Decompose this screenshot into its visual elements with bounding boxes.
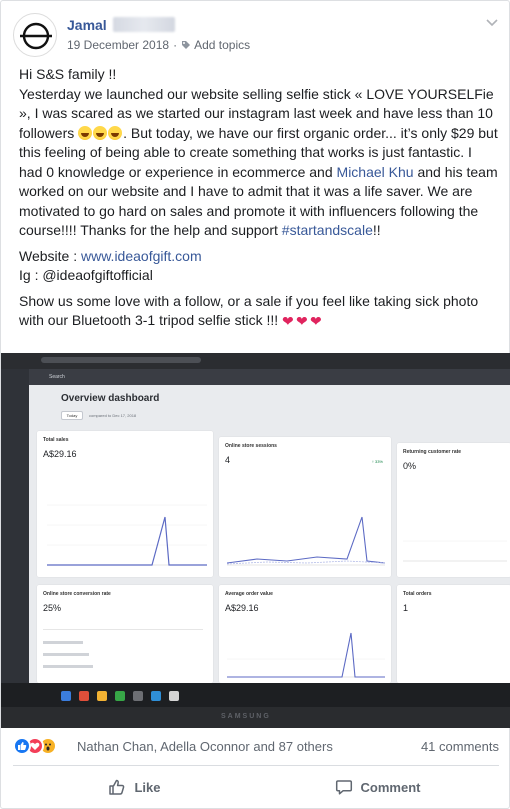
photo-sessions-value: 4 — [225, 455, 231, 465]
thumbs-up-icon — [109, 779, 125, 795]
photo-monitor-brand: SAMSUNG — [221, 713, 271, 720]
post-body: Hi S&S family !! Yesterday we launched o… — [19, 65, 499, 337]
laughing-emoji-icon — [78, 125, 93, 140]
mention-link[interactable]: Michael Khu — [337, 164, 414, 180]
like-reaction-icon — [13, 737, 31, 755]
post-text-4: !! — [372, 222, 381, 238]
photo-orders-card: Total orders 1 — [397, 585, 510, 683]
tag-icon — [182, 41, 191, 49]
photo-returning-value: 0% — [403, 461, 417, 471]
reactions-bar: Nathan Chan, Adella Oconnor and 87 other… — [13, 735, 499, 757]
photo-total-sales-label: Total sales — [43, 437, 69, 443]
photo-aov-value: A$29.16 — [225, 603, 259, 613]
taskbar-app-icon — [61, 691, 71, 701]
taskbar-app-icon — [97, 691, 107, 701]
post-text-5: Show us some love with a follow, or a sa… — [19, 292, 479, 329]
separator-dot: · — [173, 38, 178, 52]
photo-returning-card: Returning customer rate 0% — [397, 443, 510, 577]
photo-sales-chart — [47, 504, 207, 566]
chevron-down-icon[interactable] — [485, 17, 499, 27]
photo-sessions-chart — [227, 516, 385, 566]
heart-emoji-icon: ❤ — [310, 313, 322, 329]
taskbar-app-icon — [79, 691, 89, 701]
hashtag-link[interactable]: #startandscale — [282, 222, 373, 238]
taskbar-app-icon — [169, 691, 179, 701]
website-link[interactable]: www.ideaofgift.com — [81, 248, 202, 264]
comment-button[interactable]: Comment — [256, 769, 499, 805]
photo-funnel-row — [43, 653, 89, 656]
photo-conversion-divider — [43, 629, 203, 630]
photo-aov-chart — [227, 632, 385, 678]
comment-label: Comment — [360, 779, 421, 795]
heart-emoji-icon: ❤ — [282, 313, 294, 329]
heart-emoji-icon: ❤ — [296, 313, 308, 329]
post-meta: 19 December 2018 · Add topics — [67, 38, 250, 52]
photo-search-text: Search — [49, 374, 65, 380]
photo-sessions-change: ↑ 33% — [371, 459, 383, 464]
laughing-emoji-icon — [108, 125, 123, 140]
instagram-text: Ig : @ideaofgiftofficial — [19, 267, 153, 283]
photo-funnel-row — [43, 665, 93, 668]
photo-returning-label: Returning customer rate — [403, 449, 462, 455]
photo-total-sales-value: A$29.16 — [43, 449, 77, 459]
avatar[interactable] — [13, 13, 57, 57]
like-button[interactable]: Like — [13, 769, 256, 805]
photo-orders-label: Total orders — [403, 591, 432, 597]
photo-orders-value: 1 — [403, 603, 409, 613]
photo-total-sales-card: Total sales A$29.16 — [37, 431, 213, 577]
photo-conversion-card: Online store conversion rate 25% — [37, 585, 213, 683]
add-topics-link[interactable]: Add topics — [194, 38, 250, 52]
taskbar-app-icon — [115, 691, 125, 701]
photo-conversion-label: Online store conversion rate — [43, 591, 111, 597]
greeting-text: Hi S&S family !! — [19, 66, 117, 82]
photo-returning-chart — [403, 540, 507, 562]
author-surname-redacted — [113, 17, 175, 32]
photo-admin-header — [29, 369, 510, 385]
reaction-names[interactable]: Nathan Chan, Adella Oconnor and 87 other… — [77, 739, 333, 754]
taskbar-app-icon — [151, 691, 161, 701]
photo-today-button: Today — [61, 411, 83, 420]
photo-admin-sidebar — [1, 369, 29, 707]
laughing-emoji-icon — [93, 125, 108, 140]
photo-url-bar — [41, 357, 201, 363]
actions-divider — [13, 765, 499, 766]
photo-conversion-value: 25% — [43, 603, 62, 613]
comments-count[interactable]: 41 comments — [421, 739, 499, 754]
comment-icon — [335, 780, 352, 795]
logo-icon — [20, 22, 52, 50]
post-date[interactable]: 19 December 2018 — [67, 38, 169, 52]
website-label: Website : — [19, 247, 81, 264]
photo-sessions-card: Online store sessions 4 ↑ 33% — [219, 437, 391, 577]
photo-dashboard-title: Overview dashboard — [61, 393, 160, 404]
photo-taskbar-icons — [61, 691, 187, 701]
taskbar-app-icon — [133, 691, 143, 701]
photo-aov-card: Average order value A$29.16 — [219, 585, 391, 683]
reaction-icons[interactable] — [13, 737, 57, 755]
like-label: Like — [134, 779, 161, 795]
author-name[interactable]: Jamal — [67, 17, 107, 33]
photo-sessions-label: Online store sessions — [225, 443, 277, 449]
action-bar: Like Comment — [13, 769, 499, 805]
photo-aov-label: Average order value — [225, 591, 273, 597]
photo-compared-text: compared to Dec 17, 2018 — [89, 413, 137, 418]
post-header: Jamal 19 December 2018 · Add topics — [13, 13, 499, 57]
post-photo[interactable]: Search Overview dashboard Today compared… — [1, 353, 510, 728]
post-card: Jamal 19 December 2018 · Add topics Hi S… — [0, 0, 510, 809]
photo-funnel-row — [43, 641, 83, 644]
